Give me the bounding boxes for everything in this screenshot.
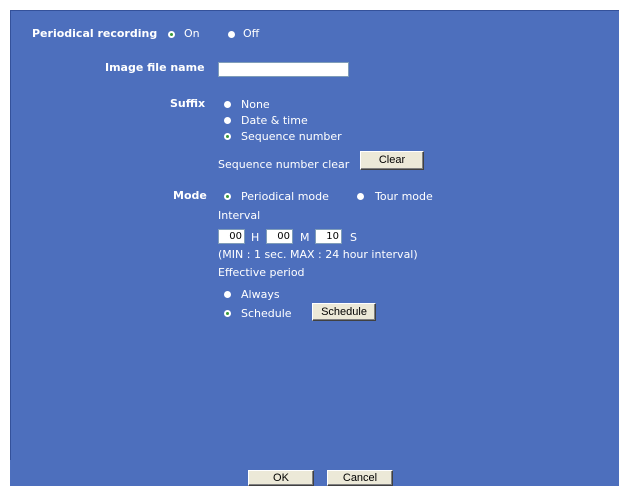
tour-mode-radio[interactable] [357,193,364,200]
suffix-date-time-label: Date & time [241,114,308,127]
image-file-name-label: Image file name [105,61,205,74]
suffix-sequence-number-label: Sequence number [241,130,342,143]
footer-bar: OK Cancel [10,460,619,486]
interval-hours-unit: H [251,231,260,244]
periodical-recording-off-radio[interactable] [228,31,235,38]
effective-schedule-label: Schedule [241,307,292,320]
sequence-number-clear-label: Sequence number clear [218,158,350,171]
periodical-mode-radio[interactable] [224,193,231,200]
periodical-recording-on-label: On [184,27,200,40]
interval-minutes-input[interactable]: 00 [266,229,293,244]
interval-hours-input[interactable]: 00 [218,229,245,244]
suffix-sequence-number-radio[interactable] [224,133,231,140]
interval-note: (MIN : 1 sec. MAX : 24 hour interval) [218,248,418,261]
suffix-date-time-radio[interactable] [224,117,231,124]
clear-button[interactable]: Clear [360,151,424,170]
interval-seconds-input[interactable]: 10 [315,229,342,244]
periodical-recording-on-radio[interactable] [168,31,175,38]
periodical-recording-label: Periodical recording [32,27,158,40]
cancel-button[interactable]: Cancel [327,470,393,486]
periodical-recording-off-label: Off [243,27,260,40]
ok-button[interactable]: OK [248,470,314,486]
effective-schedule-radio[interactable] [224,310,231,317]
interval-label: Interval [218,209,261,222]
effective-always-radio[interactable] [224,291,231,298]
interval-minutes-unit: M [300,231,310,244]
suffix-none-label: None [241,98,270,111]
periodical-mode-label: Periodical mode [241,190,329,203]
settings-panel: Periodical recording On Off Image file n… [10,10,619,461]
image-file-name-input[interactable] [218,62,349,77]
suffix-none-radio[interactable] [224,101,231,108]
tour-mode-label: Tour mode [375,190,433,203]
schedule-button[interactable]: Schedule [312,303,376,321]
interval-seconds-unit: S [350,231,357,244]
effective-always-label: Always [241,288,280,301]
suffix-label: Suffix [170,97,206,110]
effective-period-label: Effective period [218,266,305,279]
mode-label: Mode [173,189,207,202]
